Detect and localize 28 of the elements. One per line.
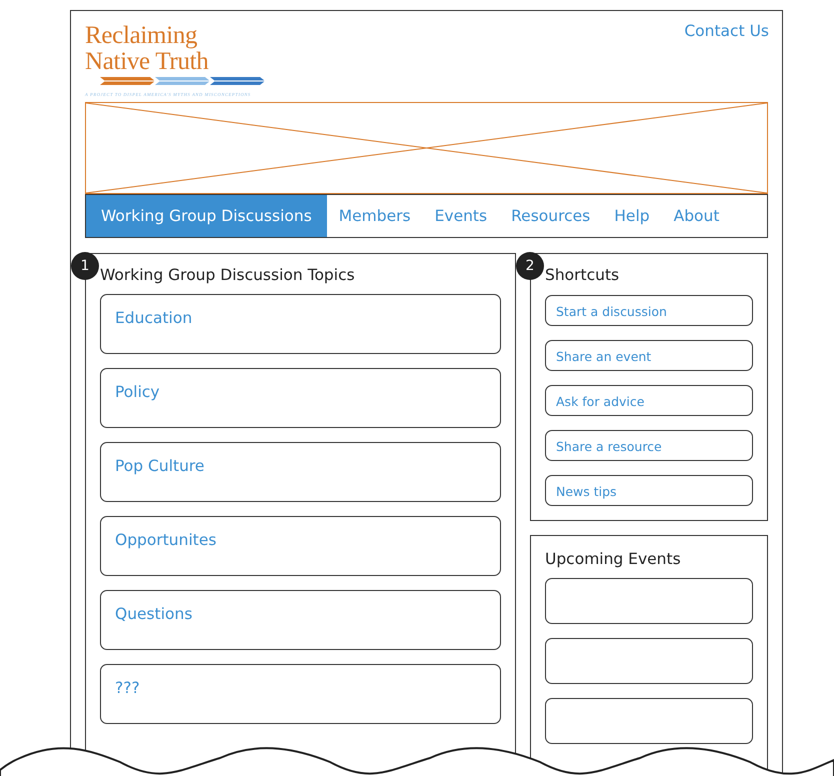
annotation-marker: 1 xyxy=(71,252,99,280)
topic-card[interactable]: Opportunites xyxy=(100,516,501,576)
nav-tab[interactable]: Events xyxy=(422,195,500,237)
nav-tab[interactable]: Resources xyxy=(499,195,602,237)
logo-title: Reclaiming xyxy=(85,23,198,49)
shortcut-button[interactable]: Share an event xyxy=(545,340,753,371)
panel-title: Shortcuts xyxy=(545,266,620,284)
shortcut-button[interactable]: Share a resource xyxy=(545,430,753,461)
contact-link[interactable]: Contact Us xyxy=(684,22,769,40)
event-card[interactable] xyxy=(545,578,753,624)
panel-title: Working Group Discussion Topics xyxy=(100,266,356,284)
nav-tab[interactable]: Working Group Discussions xyxy=(86,195,327,237)
shortcut-button[interactable]: News tips xyxy=(545,475,753,506)
event-card[interactable] xyxy=(545,638,753,684)
panel-title: Upcoming Events xyxy=(545,550,682,568)
annotation-marker: 2 xyxy=(516,252,544,280)
event-card[interactable] xyxy=(545,698,753,744)
topic-card[interactable]: Questions xyxy=(100,590,501,650)
nav-tab[interactable]: Help xyxy=(602,195,662,237)
shortcut-button[interactable]: Ask for advice xyxy=(545,385,753,416)
topic-card[interactable]: Education xyxy=(100,294,501,354)
logo-title: Native Truth xyxy=(85,49,210,75)
topic-card[interactable]: ??? xyxy=(100,664,501,724)
nav-tab[interactable]: Members xyxy=(326,195,423,237)
shortcut-button[interactable]: Start a discussion xyxy=(545,295,753,326)
topic-card[interactable]: Pop Culture xyxy=(100,442,501,502)
topic-card[interactable]: Policy xyxy=(100,368,501,428)
nav-tab[interactable]: About xyxy=(662,195,732,237)
